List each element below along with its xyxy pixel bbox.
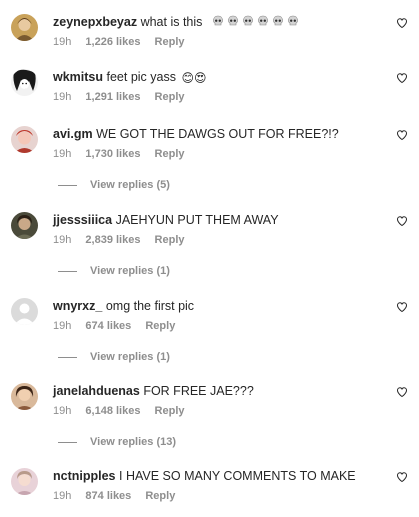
avatar[interactable] [11, 14, 38, 41]
heart-icon[interactable] [396, 471, 408, 483]
reply-button[interactable]: Reply [155, 36, 185, 48]
heart-icon[interactable] [396, 72, 408, 84]
comment-username[interactable]: nctnipples [53, 469, 116, 483]
comment-text-line: wkmitsu feet pic yass 😊😍 [53, 69, 207, 86]
view-replies-label: View replies (5) [90, 179, 170, 191]
avatar[interactable] [11, 468, 38, 495]
comment-likes[interactable]: 874 likes [85, 490, 131, 502]
comment-text-line: avi.gm WE GOT THE DAWGS OUT FOR FREE?!? [53, 126, 339, 142]
reply-button[interactable]: Reply [155, 405, 185, 417]
skull-emoji-icon [243, 15, 254, 26]
comment-meta: 19h 674 likes Reply [53, 319, 186, 333]
heart-icon[interactable] [396, 386, 408, 398]
replies-divider [58, 184, 77, 186]
comment-text: I HAVE SO MANY COMMENTS TO MAKE [119, 469, 356, 483]
comment-username[interactable]: zeynepxbeyaz [53, 15, 137, 29]
comment-text: what is this [140, 15, 203, 29]
comment-text: WE GOT THE DAWGS OUT FOR FREE?!? [96, 127, 339, 141]
comment-likes[interactable]: 6,148 likes [85, 405, 140, 417]
comment-item: wnyrxz_ omg the first pic 19h 674 likes … [0, 298, 419, 368]
view-replies-label: View replies (1) [90, 351, 170, 363]
comment-time: 19h [53, 405, 72, 417]
comment-text-line: janelahduenas FOR FREE JAE??? [53, 383, 254, 399]
replies-divider [58, 356, 77, 358]
reply-button[interactable]: Reply [145, 490, 175, 502]
skull-emoji-icon [228, 15, 239, 26]
replies-divider [58, 270, 77, 272]
avatar[interactable] [11, 126, 38, 153]
comment-item: janelahduenas FOR FREE JAE??? 19h 6,148 … [0, 383, 419, 453]
view-replies-label: View replies (13) [90, 436, 177, 448]
comment-username[interactable]: janelahduenas [53, 384, 140, 398]
comment-likes[interactable]: 1,226 likes [85, 36, 140, 48]
view-replies-label: View replies (1) [90, 265, 170, 277]
comment-text-line: jjesssiiica JAEHYUN PUT THEM AWAY [53, 212, 279, 228]
avatar[interactable] [11, 298, 38, 325]
view-replies-button[interactable]: View replies (1) [58, 264, 170, 278]
comment-time: 19h [53, 36, 72, 48]
heart-icon[interactable] [396, 215, 408, 227]
view-replies-button[interactable]: View replies (5) [58, 178, 170, 192]
replies-divider [58, 441, 77, 443]
comment-item: jjesssiiica JAEHYUN PUT THEM AWAY 19h 2,… [0, 212, 419, 282]
comment-username[interactable]: jjesssiiica [53, 213, 112, 227]
comment-time: 19h [53, 490, 72, 502]
reply-button[interactable]: Reply [155, 234, 185, 246]
comment-likes[interactable]: 1,291 likes [85, 91, 140, 103]
skull-emoji-icon [213, 15, 224, 26]
comment-time: 19h [53, 320, 72, 332]
comment-time: 19h [53, 91, 72, 103]
reply-button[interactable]: Reply [155, 148, 185, 160]
comment-likes[interactable]: 2,839 likes [85, 234, 140, 246]
smile-emoji-group: 😊😍 [181, 70, 207, 85]
reply-button[interactable]: Reply [145, 320, 175, 332]
comment-item: wkmitsu feet pic yass 😊😍 19h 1,291 likes… [0, 69, 419, 109]
heart-icon[interactable] [396, 301, 408, 313]
skull-emoji-icon [258, 15, 269, 26]
heart-icon[interactable] [396, 17, 408, 29]
comment-text: omg the first pic [105, 299, 195, 313]
comment-likes[interactable]: 1,730 likes [85, 148, 140, 160]
comment-text-line: wnyrxz_ omg the first pic [53, 298, 194, 314]
comment-item: avi.gm WE GOT THE DAWGS OUT FOR FREE?!? … [0, 126, 419, 196]
comment-username[interactable]: wnyrxz_ [53, 299, 102, 313]
view-replies-button[interactable]: View replies (13) [58, 435, 176, 449]
comment-meta: 19h 874 likes Reply [53, 489, 186, 503]
comment-meta: 19h 1,226 likes Reply [53, 35, 196, 49]
comment-text: JAEHYUN PUT THEM AWAY [115, 213, 279, 227]
skull-emoji-icon [288, 15, 299, 26]
comment-text-line: zeynepxbeyaz what is this 💀💀💀💀💀💀 [53, 14, 299, 34]
comment-text: FOR FREE JAE??? [143, 384, 254, 398]
heart-icon[interactable] [396, 129, 408, 141]
comment-text: feet pic yass [106, 70, 176, 84]
reply-button[interactable]: Reply [155, 91, 185, 103]
comment-username[interactable]: avi.gm [53, 127, 93, 141]
comment-time: 19h [53, 234, 72, 246]
comment-item: nctnipples I HAVE SO MANY COMMENTS TO MA… [0, 468, 419, 508]
avatar[interactable] [11, 69, 38, 96]
avatar[interactable] [11, 383, 38, 410]
skull-emoji-icon [273, 15, 284, 26]
comment-time: 19h [53, 148, 72, 160]
comment-meta: 19h 2,839 likes Reply [53, 233, 196, 247]
comment-meta: 19h 6,148 likes Reply [53, 404, 196, 418]
comment-meta: 19h 1,730 likes Reply [53, 147, 196, 161]
comment-text-line: nctnipples I HAVE SO MANY COMMENTS TO MA… [53, 468, 356, 484]
comment-meta: 19h 1,291 likes Reply [53, 90, 196, 104]
comment-username[interactable]: wkmitsu [53, 70, 103, 84]
comment-item: zeynepxbeyaz what is this 💀💀💀💀💀💀 19h 1,2… [0, 14, 419, 54]
view-replies-button[interactable]: View replies (1) [58, 350, 170, 364]
avatar[interactable] [11, 212, 38, 239]
comment-likes[interactable]: 674 likes [85, 320, 131, 332]
